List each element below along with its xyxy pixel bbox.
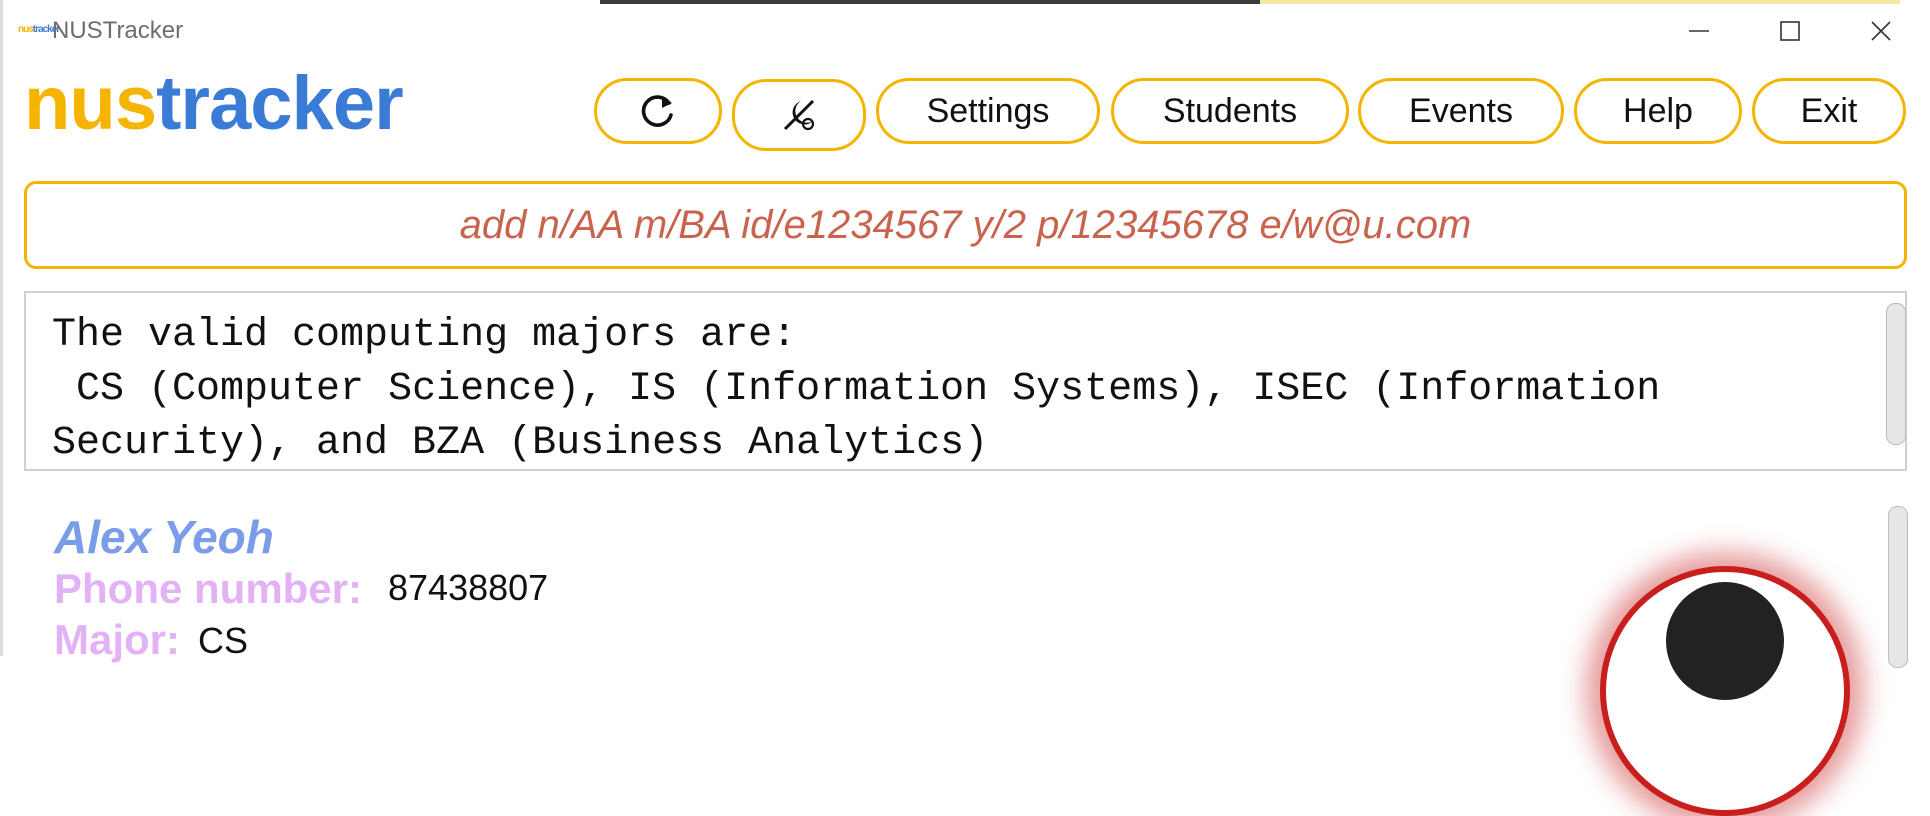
result-display[interactable]: The valid computing majors are: CS (Comp…	[24, 291, 1907, 471]
result-text: The valid computing majors are: CS (Comp…	[52, 313, 1661, 466]
phone-value: 87438807	[388, 567, 549, 608]
close-button[interactable]	[1858, 10, 1904, 52]
students-button[interactable]: Students	[1111, 78, 1349, 144]
command-input[interactable]: add n/AA m/BA id/e1234567 y/2 p/12345678…	[24, 181, 1907, 269]
student-list-scrollbar[interactable]	[1888, 506, 1908, 668]
student-name: Alex Yeoh	[54, 511, 274, 563]
help-button[interactable]: Help	[1574, 78, 1742, 144]
settings-button[interactable]: Settings	[876, 78, 1100, 144]
minimize-icon	[1689, 30, 1709, 32]
brand-tracker: tracker	[156, 61, 404, 146]
refresh-button[interactable]	[594, 78, 722, 144]
major-label: Major:	[54, 616, 180, 663]
events-button[interactable]: Events	[1358, 78, 1564, 144]
exit-button[interactable]: Exit	[1752, 78, 1906, 144]
phone-label: Phone number:	[54, 565, 363, 612]
maximize-icon	[1780, 21, 1800, 41]
title-bar[interactable]	[3, 4, 1930, 58]
minimize-button[interactable]	[1676, 10, 1722, 52]
theme-toggle-button[interactable]	[732, 79, 866, 151]
window-border	[0, 0, 3, 656]
avatar-icon	[1666, 582, 1784, 700]
app-brand-logo: nustracker	[24, 66, 404, 142]
theme-toggle-icon	[783, 99, 815, 131]
refresh-icon	[641, 95, 673, 127]
window-title: NUSTracker	[52, 17, 184, 44]
brand-nus: nus	[24, 61, 157, 146]
close-icon	[1871, 21, 1891, 41]
result-scrollbar[interactable]	[1886, 303, 1906, 445]
maximize-button[interactable]	[1767, 10, 1813, 52]
